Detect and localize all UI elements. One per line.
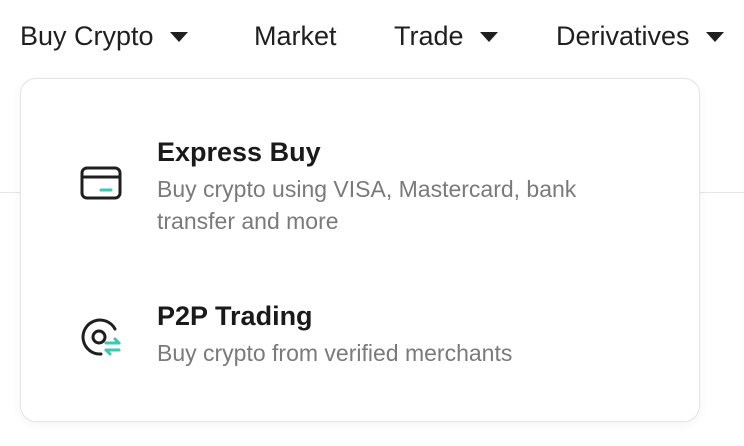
p2p-trading-title: P2P Trading bbox=[157, 301, 313, 331]
caret-down-icon bbox=[705, 32, 724, 42]
nav-market[interactable]: Market bbox=[254, 14, 337, 58]
menu-item-p2p-trading[interactable]: P2P Trading Buy crypto from verified mer… bbox=[21, 301, 701, 381]
nav-trade-label: Trade bbox=[394, 20, 464, 51]
nav-buy-crypto-label: Buy Crypto bbox=[20, 20, 154, 51]
credit-card-icon bbox=[79, 159, 123, 203]
nav-trade[interactable]: Trade bbox=[394, 14, 498, 58]
menu-item-express-buy[interactable]: Express Buy Buy crypto using VISA, Maste… bbox=[21, 137, 701, 247]
p2p-exchange-icon bbox=[79, 315, 123, 359]
express-buy-title: Express Buy bbox=[157, 137, 321, 167]
caret-down-icon bbox=[169, 32, 188, 42]
nav-derivatives-label: Derivatives bbox=[556, 20, 690, 51]
nav-buy-crypto[interactable]: Buy Crypto bbox=[20, 14, 188, 58]
top-navigation: Buy Crypto Market Trade Derivatives bbox=[0, 0, 744, 72]
caret-down-icon bbox=[479, 32, 498, 42]
p2p-trading-description: Buy crypto from verified merchants bbox=[157, 340, 513, 366]
nav-derivatives[interactable]: Derivatives bbox=[556, 14, 724, 58]
express-buy-description: Buy crypto using VISA, Mastercard, bank … bbox=[157, 176, 577, 234]
buy-crypto-dropdown: Express Buy Buy crypto using VISA, Maste… bbox=[20, 78, 700, 422]
nav-market-label: Market bbox=[254, 20, 337, 51]
